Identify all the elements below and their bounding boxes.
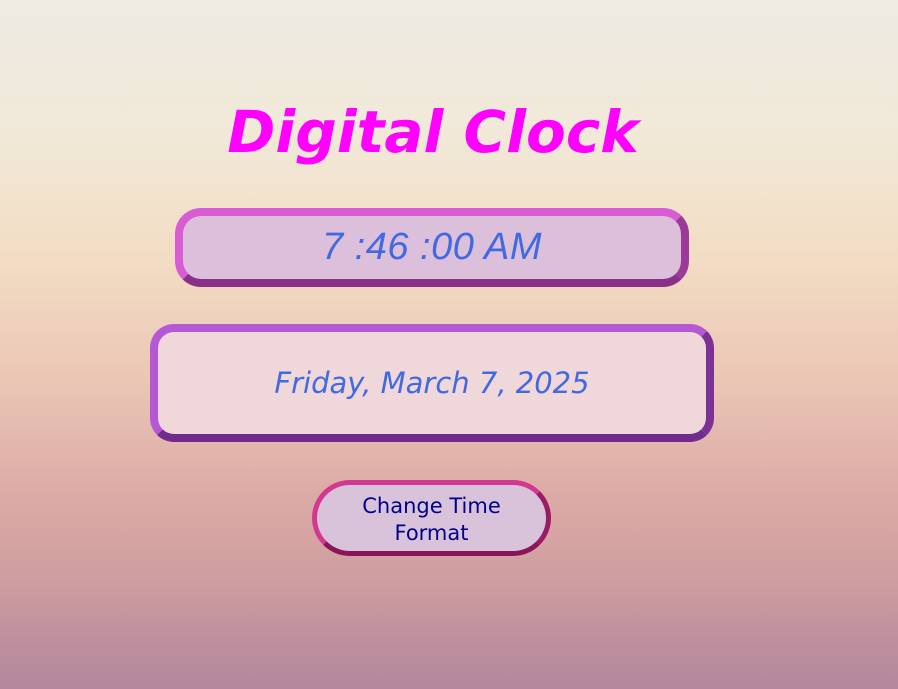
change-time-format-button[interactable]: Change Time Format [312, 480, 551, 556]
time-display: 7 :46 :00 AM [175, 208, 689, 287]
time-text: 7 :46 :00 AM [321, 226, 543, 268]
page-title: Digital Clock [227, 98, 639, 166]
date-display: Friday, March 7, 2025 [150, 324, 714, 442]
date-text: Friday, March 7, 2025 [274, 366, 590, 400]
